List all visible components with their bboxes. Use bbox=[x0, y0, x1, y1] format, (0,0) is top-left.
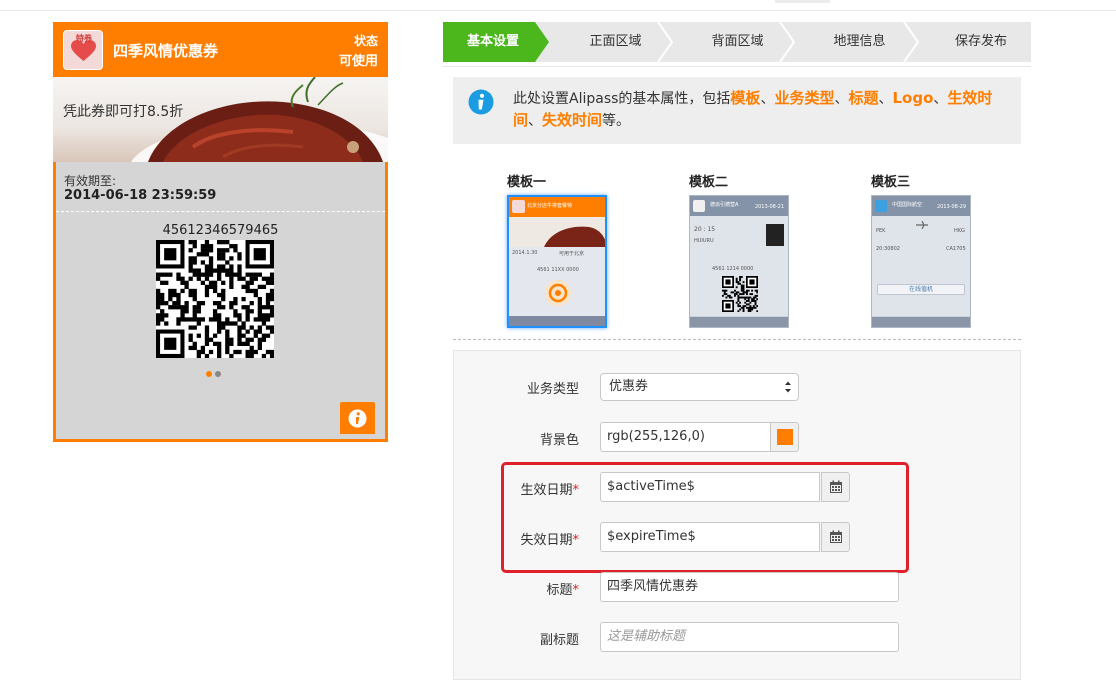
pass-divider bbox=[56, 211, 385, 212]
business-type-label: 业务类型 bbox=[526, 382, 579, 397]
step-back-area[interactable]: 背面区域 bbox=[675, 22, 800, 62]
template-2-title: 模板二 bbox=[689, 175, 729, 190]
pass-logo-text: 特券 bbox=[76, 34, 92, 43]
subtitle-label: 副标题 bbox=[539, 633, 579, 648]
date-highlight-annotation bbox=[501, 462, 909, 573]
info-text: 此处设置Alipass的基本属性，包括模板、业务类型、标题、Logo、生效时间、… bbox=[513, 88, 1013, 132]
template-1-logo bbox=[512, 200, 525, 213]
template-3-body: PEK HKG 20:30802 CA1705 在线值机 bbox=[872, 216, 970, 316]
info-suffix: 等。 bbox=[602, 113, 631, 129]
info-sep: 、 bbox=[760, 91, 775, 107]
info-sep: 、 bbox=[528, 113, 543, 129]
info-prefix: 此处设置Alipass的基本属性，包括 bbox=[513, 91, 731, 107]
template-1-line: 可用于北京 bbox=[559, 251, 585, 257]
template-3-line: CA1705 bbox=[946, 246, 966, 252]
title-label: 标题* bbox=[546, 583, 579, 598]
pass-strip-image: 凭此券即可打8.5折 bbox=[53, 77, 388, 162]
color-swatch bbox=[777, 429, 793, 445]
template-3-line: 20:30802 bbox=[876, 246, 900, 252]
pass-status-value: 可使用 bbox=[338, 54, 378, 69]
info-notice: 此处设置Alipass的基本属性，包括模板、业务类型、标题、Logo、生效时间、… bbox=[453, 77, 1021, 144]
pass-status-label: 状态 bbox=[353, 34, 378, 48]
step-basic-settings[interactable]: 基本设置 bbox=[443, 22, 543, 62]
template-3-thumbnail[interactable]: 中国国际航空 2013-08-29 PEK HKG 20:30802 CA170… bbox=[871, 195, 971, 328]
info-keyword: 模板 bbox=[730, 89, 761, 107]
template-3-logo bbox=[875, 200, 887, 212]
template-1-line: 4561 11XX 0000 bbox=[537, 267, 579, 273]
business-type-select[interactable]: 优惠券 bbox=[600, 373, 799, 401]
pass-strip-text: 凭此券即可打8.5折 bbox=[63, 104, 184, 120]
info-keyword: 失效时间 bbox=[542, 111, 603, 129]
template-2-qr-image bbox=[722, 276, 758, 312]
business-type-value: 优惠券 bbox=[609, 379, 649, 394]
subtitle-input[interactable]: 这是辅助标题 bbox=[600, 622, 899, 652]
airplane-icon bbox=[916, 221, 928, 229]
step-geo-info[interactable]: 地理信息 bbox=[797, 22, 922, 62]
pass-valid-value: 2014-06-18 23:59:59 bbox=[64, 188, 217, 203]
template-2-logo bbox=[693, 200, 705, 212]
pass-info-button[interactable] bbox=[340, 402, 375, 434]
pass-barcode-number: 45612346579465 bbox=[162, 223, 279, 238]
template-3-line: PEK bbox=[876, 228, 886, 234]
step-save-publish[interactable]: 保存发布 bbox=[921, 22, 1041, 62]
info-sep: 、 bbox=[834, 91, 849, 107]
info-keyword: Logo bbox=[892, 89, 934, 107]
info-icon bbox=[348, 409, 367, 428]
template-3-footer bbox=[872, 317, 970, 327]
top-divider bbox=[0, 10, 1116, 11]
pass-page-dots bbox=[206, 362, 236, 377]
steps-underline bbox=[443, 66, 1031, 67]
template-2-thumbnail[interactable]: 德派引德营A 2013-08-21 20 : 15 HUIURU 4561 12… bbox=[689, 195, 789, 328]
pass-preview-card: 特券 四季风情优惠券 状态 可使用 凭此券即可打8.5折 有效期至: 2014-… bbox=[53, 22, 388, 442]
template-2-photo bbox=[766, 224, 784, 246]
template-2-line: 4561 1214 0000 bbox=[712, 266, 754, 272]
template-3-head-text: 中国国际航空 bbox=[892, 202, 923, 208]
template-3-title: 模板三 bbox=[871, 175, 911, 190]
top-scroll-indicator bbox=[775, 0, 830, 3]
page-dot-active[interactable] bbox=[206, 371, 212, 377]
template-2-head-text: 德派引德营A bbox=[710, 202, 739, 208]
bg-color-label: 背景色 bbox=[539, 433, 579, 448]
template-2-line: 20 : 15 bbox=[694, 226, 716, 233]
template-1-line: 2014.1.30 bbox=[512, 250, 538, 256]
qr-code-image bbox=[156, 240, 274, 358]
template-1-title: 模板一 bbox=[507, 175, 547, 190]
template-1-body: 2014.1.30 可用于北京 4561 11XX 0000 bbox=[509, 217, 605, 317]
template-1-head-text: 北京分店牛排套餐特 bbox=[527, 203, 573, 209]
templates-divider bbox=[453, 339, 1021, 340]
template-1-ring-icon bbox=[545, 280, 571, 306]
template-3-date: 2013-08-29 bbox=[936, 204, 966, 210]
template-1-thumbnail[interactable]: 北京分店牛排套餐特 2014.1.30 可用于北京 4561 11XX 0000 bbox=[507, 195, 607, 328]
template-3-line: HKG bbox=[954, 228, 965, 234]
info-sep: 、 bbox=[878, 91, 893, 107]
wizard-steps: 基本设置 正面区域 背面区域 地理信息 保存发布 bbox=[443, 22, 1031, 62]
template-3-checkin-button: 在线值机 bbox=[877, 284, 965, 295]
chevron-updown-icon bbox=[785, 381, 791, 393]
template-2-footer bbox=[690, 317, 788, 327]
pass-logo: 特券 bbox=[63, 30, 103, 70]
color-picker-button[interactable] bbox=[770, 422, 799, 452]
info-circle-icon bbox=[468, 89, 494, 115]
info-keyword: 业务类型 bbox=[774, 89, 835, 107]
pass-title: 四季风情优惠券 bbox=[113, 42, 219, 60]
info-keyword: 标题 bbox=[848, 89, 879, 107]
template-2-body: 20 : 15 HUIURU 4561 1214 0000 bbox=[690, 216, 788, 316]
template-1-footer bbox=[509, 316, 605, 326]
template-1-steak-image bbox=[509, 217, 605, 247]
template-2-date: 2013-08-21 bbox=[754, 204, 784, 210]
page-dot[interactable] bbox=[215, 371, 221, 377]
info-sep: 、 bbox=[933, 91, 948, 107]
pass-valid-label: 有效期至: bbox=[64, 174, 117, 188]
bg-color-input[interactable]: rgb(255,126,0) bbox=[600, 422, 771, 452]
template-2-line: HUIURU bbox=[694, 238, 714, 244]
step-front-area[interactable]: 正面区域 bbox=[553, 22, 678, 62]
title-input[interactable]: 四季风情优惠券 bbox=[600, 572, 899, 602]
pass-header: 特券 四季风情优惠券 状态 可使用 bbox=[53, 22, 388, 77]
